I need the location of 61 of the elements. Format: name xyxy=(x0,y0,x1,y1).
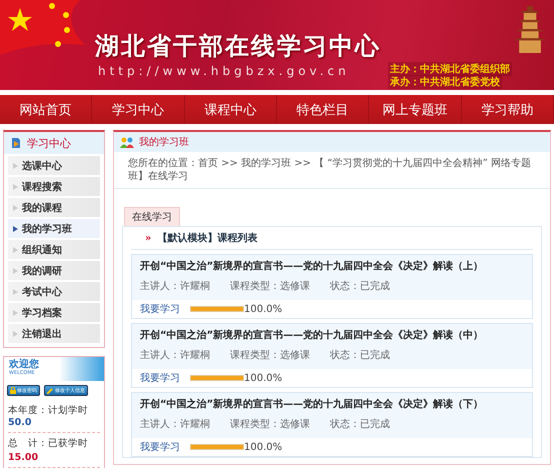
sidebar-item[interactable]: 考试中心 xyxy=(8,282,100,301)
progress-reading: 100.0% xyxy=(244,442,282,452)
sidebar-item[interactable]: 组织通知 xyxy=(8,240,100,259)
nav-tab[interactable]: 特色栏目 xyxy=(276,95,370,124)
course-lecturer: 主讲人：许耀桐 xyxy=(140,418,210,431)
study-link[interactable]: 我要学习 xyxy=(140,371,180,385)
study-link[interactable]: 我要学习 xyxy=(140,440,180,454)
course-title: 开创“中国之治”新境界的宣言书——党的十九届四中全会《决定》解读（中） xyxy=(140,328,484,342)
sidebar-title: 学习中心 xyxy=(27,136,71,150)
arrow-icon xyxy=(13,204,18,210)
arrow-icon xyxy=(13,310,18,316)
nav-tab[interactable]: 课程中心 xyxy=(184,95,277,124)
stat-label: 总 计：已获学时 xyxy=(8,438,88,449)
course-title: 开创“中国之治”新境界的宣言书——党的十九届四中全会《决定》解读（下） xyxy=(140,397,484,411)
site-title: 湖北省干部在线学习中心 xyxy=(95,31,381,62)
course-lecturer: 主讲人：许耀桐 xyxy=(140,348,210,362)
course-status: 状态：已完成 xyxy=(330,418,390,431)
arrow-icon xyxy=(13,330,18,336)
arrow-icon xyxy=(13,184,18,190)
nav-tab[interactable]: 网上专题班 xyxy=(369,95,462,124)
sponsor-text: 主办：中共湖北省委组织部 xyxy=(388,62,512,76)
sidebar-item[interactable]: 我的课程 xyxy=(8,198,100,217)
arrow-icon xyxy=(13,268,18,274)
course-type: 课程类型：选修课 xyxy=(230,348,310,362)
sidebar-item[interactable]: 注销退出 xyxy=(8,324,100,343)
welcome-title: 欢迎您 xyxy=(9,359,40,370)
course-status: 状态：已完成 xyxy=(330,348,390,362)
site-url: http://www.hbgbzx.gov.cn xyxy=(98,64,350,78)
stat-value: 15.00 xyxy=(8,452,40,463)
bookmark-icon xyxy=(10,137,22,149)
sponsor-text: 承办：中共湖北省委党校 xyxy=(388,75,502,89)
sidebar-item[interactable]: 学习档案 xyxy=(8,303,100,322)
course-title: 开创“中国之治”新境界的宣言书——党的十九届四中全会《决定》解读（上） xyxy=(140,259,484,273)
module-marker: » xyxy=(145,232,152,244)
breadcrumb: 您所在的位置：首页 >> 我的学习班 >> 【 “学习贯彻党的十九届四中全会精神” 网络专题班】在线学习 xyxy=(114,152,550,189)
stat-value: 50.0 xyxy=(8,417,32,428)
arrow-icon xyxy=(13,246,18,252)
people-icon xyxy=(120,136,134,148)
arrow-icon xyxy=(13,288,18,294)
nav-tab[interactable]: 学习中心 xyxy=(92,95,185,124)
sidebar-item[interactable]: 选课中心 xyxy=(8,156,100,175)
course-lecturer: 主讲人：许耀桐 xyxy=(140,280,210,293)
lock-icon xyxy=(10,387,16,394)
module-title: 【默认模块】课程列表 xyxy=(157,232,258,245)
study-link[interactable]: 我要学习 xyxy=(140,302,180,316)
arrow-icon xyxy=(13,162,18,168)
progress-reading: 100.0% xyxy=(244,372,282,384)
nav-tab[interactable]: 网站首页 xyxy=(0,95,92,124)
arrow-icon xyxy=(13,226,18,232)
sidebar-item[interactable]: 课程搜索 xyxy=(8,177,100,196)
sidebar-item[interactable]: 我的学习班 xyxy=(8,219,100,238)
course-type: 课程类型：选修课 xyxy=(230,418,310,431)
stat-label: 本年度：计划学时 xyxy=(8,405,88,416)
progress-reading: 100.0% xyxy=(244,304,282,314)
nav-tab[interactable]: 学习帮助 xyxy=(462,95,554,124)
course-status: 状态：已完成 xyxy=(330,280,390,293)
course-type: 课程类型：选修课 xyxy=(230,280,310,293)
panel-title: 我的学习班 xyxy=(139,136,189,149)
sidebar-item[interactable]: 我的调研 xyxy=(8,261,100,280)
online-study-tab[interactable]: 在线学习 xyxy=(124,207,180,226)
pencil-icon xyxy=(47,387,54,394)
